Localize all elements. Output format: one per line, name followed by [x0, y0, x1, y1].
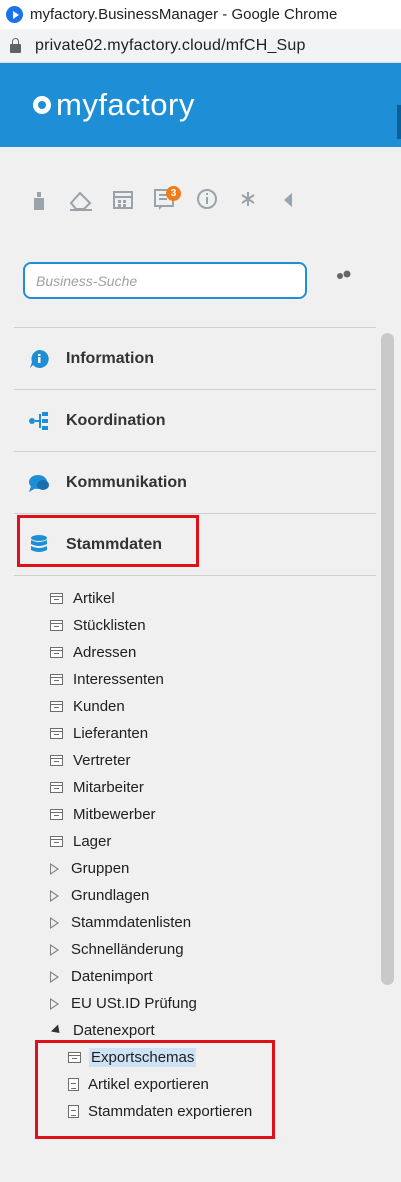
expand-arrow-icon[interactable] — [50, 916, 59, 929]
table-icon — [50, 674, 63, 685]
table-icon — [50, 836, 63, 847]
asterisk-icon[interactable] — [238, 189, 258, 213]
expand-arrow-icon[interactable] — [50, 889, 59, 902]
address-bar[interactable]: private02.myfactory.cloud/mfCH_Sup — [0, 29, 401, 63]
table-icon — [50, 728, 63, 739]
chrome-icon — [6, 6, 23, 23]
workflow-icon — [28, 410, 50, 432]
table-icon — [50, 647, 63, 658]
stammdaten-tree: Artikel Stücklisten Adressen Interessent… — [50, 585, 380, 1125]
calendar-icon[interactable] — [112, 188, 134, 214]
tree-folder-gruppen[interactable]: Gruppen — [50, 855, 380, 882]
tree-item-mitarbeiter[interactable]: Mitarbeiter — [50, 774, 380, 801]
document-icon — [68, 1105, 79, 1118]
nav-item-kommunikation[interactable]: Kommunikation — [14, 451, 376, 513]
table-icon — [50, 620, 63, 631]
selected-label: Exportschemas — [89, 1048, 197, 1067]
nav-label: Information — [66, 349, 154, 367]
tree-item-stammdaten-exportieren[interactable]: Stammdaten exportieren — [50, 1098, 380, 1125]
tree-folder-datenexport[interactable]: Datenexport — [50, 1017, 380, 1044]
tree-folder-datenimport[interactable]: Datenimport — [50, 963, 380, 990]
tree-folder-schnellaenderung[interactable]: Schnelländerung — [50, 936, 380, 963]
info-icon — [28, 348, 50, 370]
table-icon — [50, 593, 63, 604]
app-header: myfactory — [0, 63, 401, 147]
search-input[interactable] — [34, 264, 298, 297]
window-title: myfactory.BusinessManager - Google Chrom… — [30, 6, 338, 23]
highlight-stammdaten — [17, 515, 199, 567]
tree-item-artikel[interactable]: Artikel — [50, 585, 380, 612]
tree-item-lager[interactable]: Lager — [50, 828, 380, 855]
nav-item-information[interactable]: Information — [14, 327, 376, 389]
tree-item-artikel-exportieren[interactable]: Artikel exportieren — [50, 1071, 380, 1098]
tree-item-mitbewerber[interactable]: Mitbewerber — [50, 801, 380, 828]
nav-label: Kommunikation — [66, 473, 187, 491]
expand-arrow-icon[interactable] — [50, 970, 59, 983]
sidebar-scrollbar[interactable] — [379, 330, 396, 1182]
logo-mark-icon — [33, 96, 51, 114]
lock-icon[interactable] — [10, 37, 21, 53]
document-icon — [68, 1078, 79, 1091]
tree-item-exportschemas[interactable]: Exportschemas — [50, 1044, 380, 1071]
tree-folder-grundlagen[interactable]: Grundlagen — [50, 882, 380, 909]
tree-item-interessenten[interactable]: Interessenten — [50, 666, 380, 693]
scrollbar-thumb[interactable] — [381, 333, 394, 985]
browser-titlebar: myfactory.BusinessManager - Google Chrom… — [0, 0, 401, 29]
expand-arrow-icon[interactable] — [50, 862, 59, 875]
info-icon[interactable] — [195, 187, 219, 215]
expand-arrow-icon[interactable] — [50, 997, 59, 1010]
table-icon — [68, 1052, 81, 1063]
url-text[interactable]: private02.myfactory.cloud/mfCH_Sup — [35, 37, 306, 55]
logo-text: myfactory — [56, 87, 195, 122]
chat-icon — [28, 472, 50, 494]
tree-item-adressen[interactable]: Adressen — [50, 639, 380, 666]
tree-item-stuecklisten[interactable]: Stücklisten — [50, 612, 380, 639]
tree-folder-eu-ustid[interactable]: EU USt.ID Prüfung — [50, 990, 380, 1017]
tree-folder-stammdatenlisten[interactable]: Stammdatenlisten — [50, 909, 380, 936]
sidebar-toolbar: 3 — [0, 184, 401, 220]
nav-item-koordination[interactable]: Koordination — [14, 389, 376, 451]
collapse-icon[interactable] — [281, 191, 295, 213]
tree-item-lieferanten[interactable]: Lieferanten — [50, 720, 380, 747]
tree-item-vertreter[interactable]: Vertreter — [50, 747, 380, 774]
table-icon — [50, 755, 63, 766]
collapse-arrow-icon[interactable] — [50, 1024, 64, 1037]
business-search[interactable] — [23, 262, 307, 299]
table-icon — [50, 809, 63, 820]
search-options-icon[interactable] — [336, 268, 352, 283]
table-icon — [50, 701, 63, 712]
table-icon — [50, 782, 63, 793]
tree-item-kunden[interactable]: Kunden — [50, 693, 380, 720]
expand-arrow-icon[interactable] — [50, 943, 59, 956]
tasks-badge: 3 — [166, 186, 181, 201]
header-edge — [397, 105, 401, 139]
user-icon[interactable] — [32, 190, 46, 216]
nav-label: Koordination — [66, 411, 166, 429]
eraser-icon[interactable] — [68, 189, 94, 215]
